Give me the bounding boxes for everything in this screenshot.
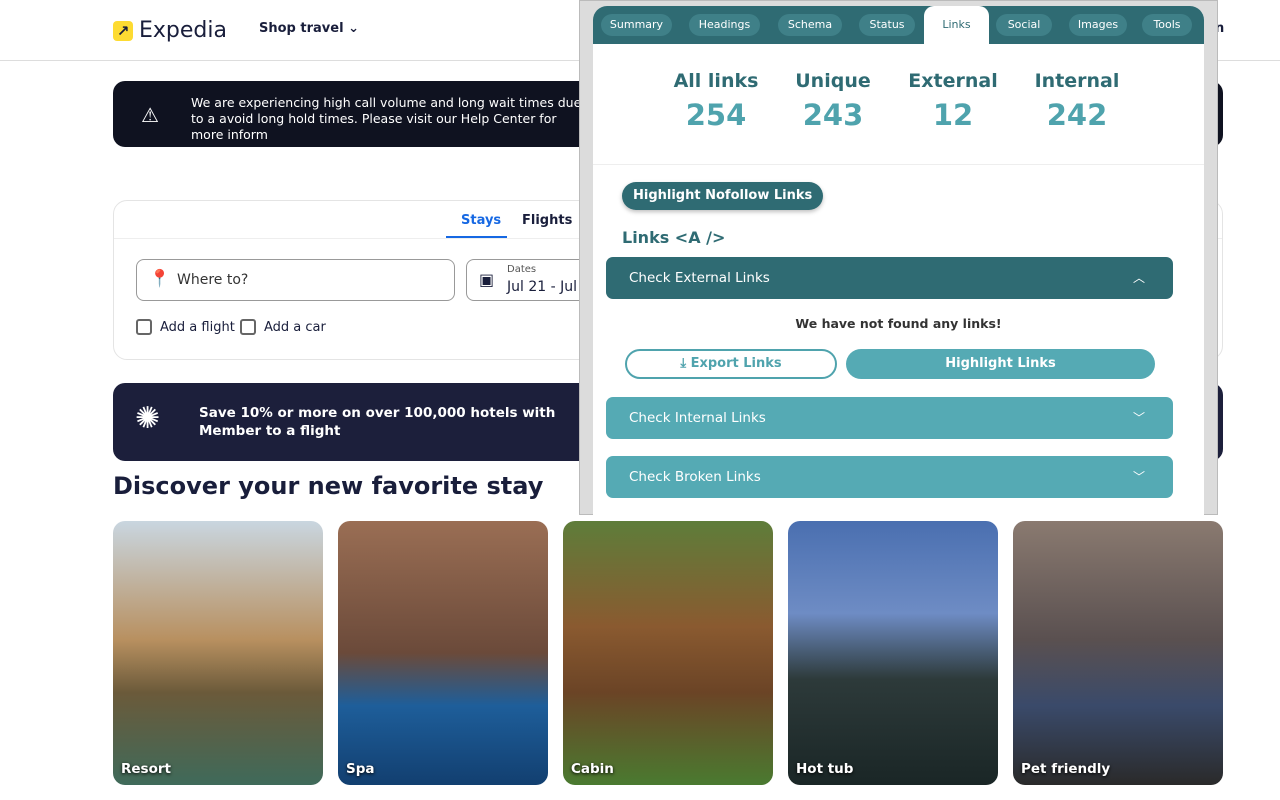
stat-external: External 12 — [908, 70, 998, 132]
highlight-nofollow-button[interactable]: Highlight Nofollow Links — [622, 182, 824, 210]
tab-flights[interactable]: Flights — [522, 213, 572, 228]
divider — [593, 164, 1204, 165]
warning-icon: ⚠ — [141, 103, 159, 127]
tab-schema[interactable]: Schema — [778, 14, 842, 36]
card-resort[interactable]: Resort — [113, 521, 323, 785]
tab-headings[interactable]: Headings — [689, 14, 760, 36]
extension-tabs: Summary Headings Schema Status Links Soc… — [593, 6, 1204, 44]
member-badge-icon: ✺ — [135, 401, 161, 436]
tab-social[interactable]: Social — [996, 14, 1052, 36]
active-tab-indicator — [446, 236, 507, 238]
export-links-button[interactable]: ⤓ Export Links — [625, 349, 837, 379]
shop-travel-menu[interactable]: Shop travel ⌄ — [259, 21, 359, 36]
accordion-internal-links[interactable]: Check Internal Links ﹀ — [606, 397, 1173, 439]
expedia-logo[interactable]: ↗ Expedia — [113, 18, 227, 43]
accordion-broken-links[interactable]: Check Broken Links ﹀ — [606, 456, 1173, 498]
add-flight-checkbox[interactable]: Add a flight — [136, 319, 235, 335]
add-car-checkbox[interactable]: Add a car — [240, 319, 326, 335]
chevron-up-icon: ︿ — [1132, 271, 1145, 285]
seo-extension-panel: Summary Headings Schema Status Links Soc… — [579, 0, 1218, 515]
card-spa[interactable]: Spa — [338, 521, 548, 785]
card-cabin[interactable]: Cabin — [563, 521, 773, 785]
section-title: Discover your new favorite stay — [113, 472, 544, 500]
stat-unique: Unique 243 — [795, 70, 871, 132]
tab-stays[interactable]: Stays — [461, 213, 501, 228]
card-hot-tub[interactable]: Hot tub — [788, 521, 998, 785]
dates-input[interactable]: ▣ Dates Jul 21 - Jul — [466, 259, 596, 301]
chevron-down-icon: ⌄ — [348, 21, 359, 36]
download-icon: ⤓ — [680, 356, 687, 371]
tab-status[interactable]: Status — [859, 14, 915, 36]
stat-all-links: All links 254 — [673, 70, 759, 132]
highlight-links-button[interactable]: Highlight Links — [846, 349, 1155, 379]
tab-links[interactable]: Links — [924, 6, 989, 44]
where-to-input[interactable]: 📍 Where to? — [136, 259, 455, 301]
chevron-down-icon: ﹀ — [1132, 411, 1145, 425]
tab-images[interactable]: Images — [1069, 14, 1127, 36]
logo-arrow-icon: ↗ — [113, 20, 133, 41]
accordion-external-links[interactable]: Check External Links ︿ — [606, 257, 1173, 299]
chevron-down-icon: ﹀ — [1132, 470, 1145, 484]
tab-tools[interactable]: Tools — [1142, 14, 1192, 36]
links-section-title: Links <A /> — [622, 228, 726, 247]
calendar-icon: ▣ — [479, 270, 495, 289]
card-pet-friendly[interactable]: Pet friendly — [1013, 521, 1223, 785]
stat-internal: Internal 242 — [1034, 70, 1120, 132]
location-pin-icon: 📍 — [149, 269, 171, 289]
empty-message: We have not found any links! — [795, 316, 1002, 331]
tab-summary[interactable]: Summary — [601, 14, 672, 36]
